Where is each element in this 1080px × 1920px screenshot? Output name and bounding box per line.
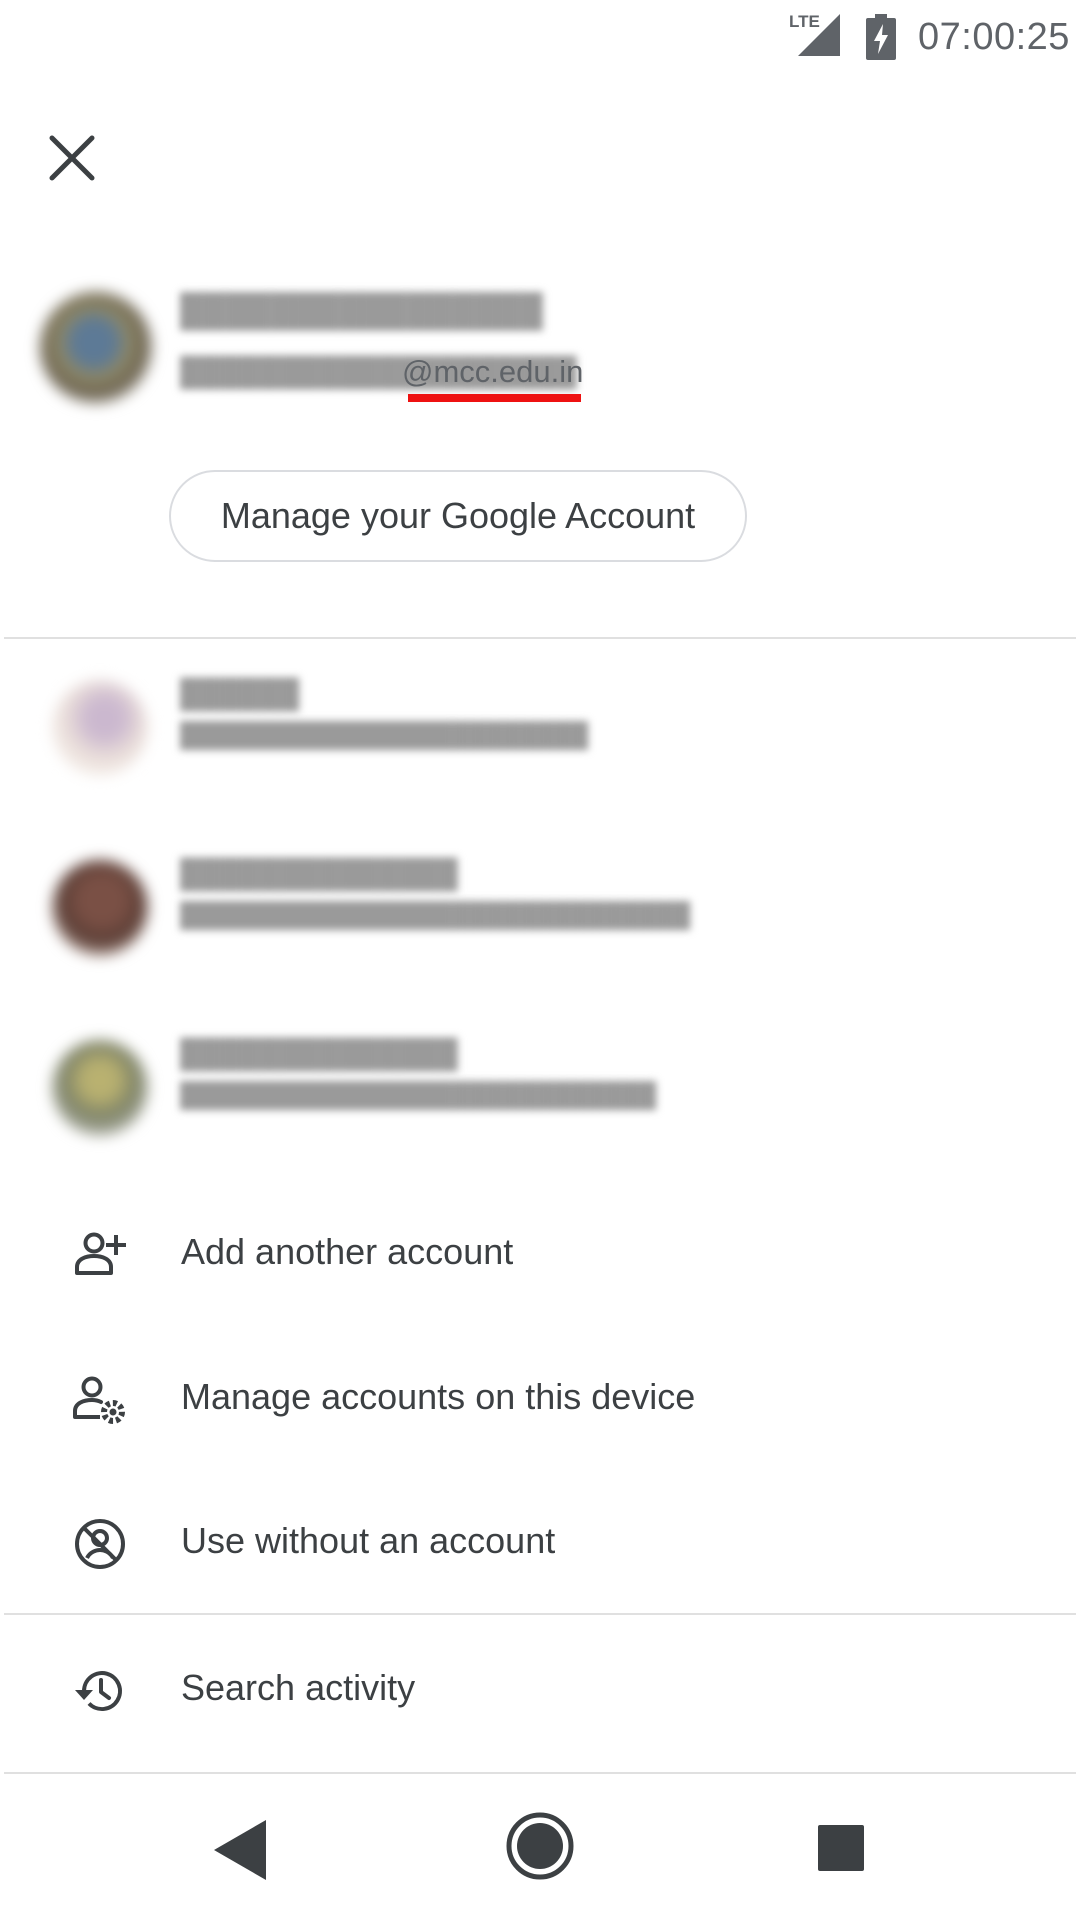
account-item[interactable]: ██████ ████████████████████████ [0, 656, 1080, 816]
history-icon [75, 1671, 122, 1712]
search-activity-item[interactable]: Search activity [0, 1629, 1080, 1749]
manage-accounts-icon [73, 1376, 125, 1424]
add-another-account-item[interactable]: Add another account [0, 1193, 1080, 1313]
account-item[interactable]: ██████████████ █████████████████████████… [0, 1016, 1080, 1176]
manage-accounts-item[interactable]: Manage accounts on this device [0, 1338, 1080, 1458]
use-without-account-label: Use without an account [181, 1520, 556, 1561]
signal-icon [798, 14, 840, 56]
account-name: ██████████████ [180, 1038, 458, 1069]
current-account-email-domain: @mcc.edu.in [402, 354, 584, 389]
current-account-avatar [40, 292, 152, 404]
back-icon[interactable] [212, 1818, 268, 1882]
account-switcher-screen: LTE 07:00:25 ████████████████ ██████████… [0, 0, 1080, 1920]
account-item[interactable]: ██████████████ █████████████████████████… [0, 836, 1080, 996]
account-name: ██████ [180, 678, 300, 709]
navigation-bar [0, 1780, 1080, 1920]
divider [4, 637, 1076, 639]
person-add-icon [75, 1232, 126, 1275]
account-email: ████████████████████████ [180, 722, 589, 749]
status-bar: LTE 07:00:25 [0, 0, 1080, 76]
current-account-name: ████████████████ [180, 292, 543, 328]
close-icon[interactable] [42, 128, 102, 188]
divider [4, 1613, 1076, 1615]
no-account-icon [75, 1519, 125, 1569]
account-email: ████████████████████████████ [180, 1082, 657, 1109]
account-name: ██████████████ [180, 858, 458, 889]
divider [4, 1772, 1076, 1774]
manage-accounts-label: Manage accounts on this device [181, 1376, 696, 1417]
recents-icon[interactable] [817, 1824, 865, 1872]
use-without-account-item[interactable]: Use without an account [0, 1482, 1080, 1602]
account-avatar [52, 860, 148, 956]
manage-google-account-button[interactable]: Manage your Google Account [169, 470, 747, 562]
add-another-account-label: Add another account [181, 1231, 514, 1272]
clock: 07:00:25 [918, 16, 1070, 58]
account-email: ██████████████████████████████ [180, 902, 691, 929]
home-icon[interactable] [504, 1810, 576, 1882]
account-avatar [52, 680, 148, 776]
account-avatar [52, 1040, 148, 1136]
search-activity-label: Search activity [181, 1667, 416, 1708]
red-underline-annotation [408, 394, 581, 402]
battery-charging-icon [866, 14, 896, 60]
